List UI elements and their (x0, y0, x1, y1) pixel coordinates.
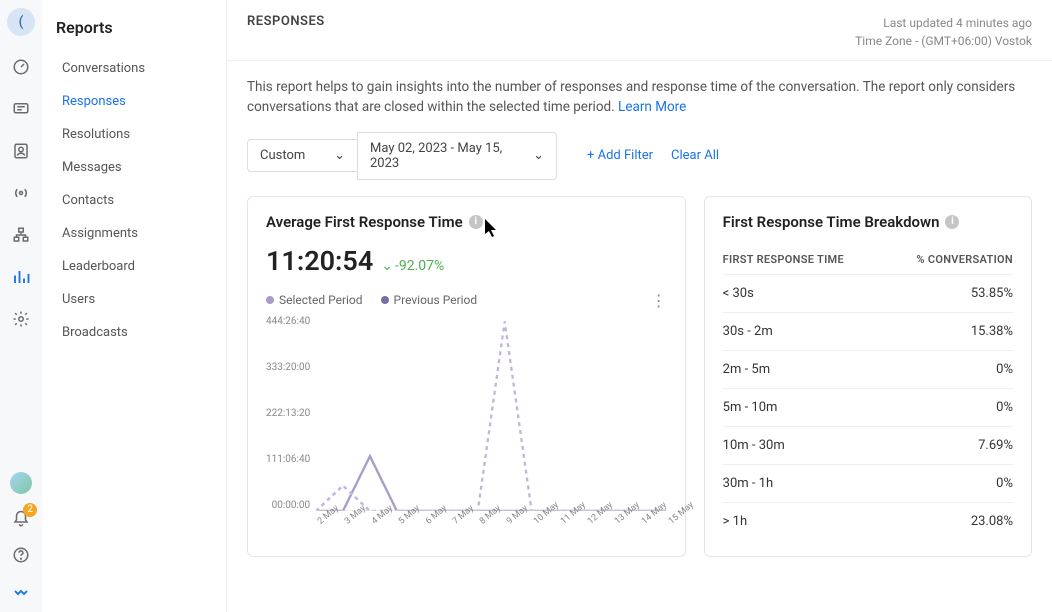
avg-response-card: Average First Response Time i 11:20:54 ⌄… (247, 196, 686, 557)
legend-selected: Selected Period (266, 293, 363, 307)
stat-value: 11:20:54 (266, 245, 373, 277)
card-title: Average First Response Time (266, 213, 463, 231)
sidebar-item-contacts[interactable]: Contacts (56, 185, 212, 216)
sidebar-item-broadcasts[interactable]: Broadcasts (56, 317, 212, 348)
col-header-time: FIRST RESPONSE TIME (723, 253, 844, 266)
sidebar-item-conversations[interactable]: Conversations (56, 53, 212, 84)
response-time-chart: 444:26:40333:20:00222:13:20111:06:4000:0… (266, 316, 667, 536)
last-updated: Last updated 4 minutes ago (855, 14, 1032, 32)
info-icon[interactable]: i (945, 215, 959, 229)
timezone: Time Zone - (GMT+06:00) Vostok (855, 32, 1032, 50)
main-header: RESPONSES Last updated 4 minutes ago Tim… (227, 0, 1052, 61)
breakdown-row: 5m - 10m0% (723, 388, 1013, 426)
contacts-icon[interactable] (10, 140, 32, 162)
card-menu-icon[interactable]: ⋮ (651, 291, 667, 310)
caret-down-icon: ⌄ (381, 258, 393, 274)
stat-delta: ⌄ -92.07% (381, 258, 444, 274)
logo-icon[interactable] (10, 580, 32, 602)
notifications-icon[interactable]: 2 (10, 508, 32, 530)
chat-icon[interactable] (10, 98, 32, 120)
help-icon[interactable] (10, 544, 32, 566)
settings-icon[interactable] (10, 308, 32, 330)
sidebar-item-users[interactable]: Users (56, 284, 212, 315)
info-icon[interactable]: i (469, 215, 483, 229)
dashboard-icon[interactable] (10, 56, 32, 78)
breakdown-row: 30m - 1h0% (723, 464, 1013, 502)
filter-bar: Custom ⌄ May 02, 2023 - May 15, 2023 ⌄ +… (247, 132, 1032, 180)
report-description: This report helps to gain insights into … (247, 77, 1032, 118)
sidebar: Reports ConversationsResponsesResolution… (42, 0, 227, 612)
user-avatar[interactable] (10, 472, 32, 494)
breakdown-row: 10m - 30m7.69% (723, 426, 1013, 464)
sidebar-item-resolutions[interactable]: Resolutions (56, 119, 212, 150)
col-header-pct: % CONVERSATION (916, 253, 1013, 266)
breakdown-card: First Response Time Breakdown i FIRST RE… (704, 196, 1032, 557)
date-range-select[interactable]: May 02, 2023 - May 15, 2023 ⌄ (357, 132, 557, 180)
reports-icon[interactable] (10, 266, 32, 288)
chevron-down-icon: ⌄ (533, 148, 544, 163)
add-filter-button[interactable]: + Add Filter (587, 148, 653, 163)
card-title: First Response Time Breakdown (723, 213, 940, 231)
clear-all-button[interactable]: Clear All (671, 148, 719, 163)
breakdown-row: 2m - 5m0% (723, 350, 1013, 388)
icon-rail: ( 2 (0, 0, 42, 612)
breakdown-row: < 30s53.85% (723, 274, 1013, 312)
chevron-down-icon: ⌄ (334, 148, 345, 163)
workspace-avatar[interactable]: ( (7, 8, 35, 36)
organization-icon[interactable] (10, 224, 32, 246)
breakdown-row: > 1h23.08% (723, 502, 1013, 540)
date-preset-select[interactable]: Custom ⌄ (247, 139, 357, 172)
sidebar-title: Reports (56, 18, 212, 37)
notifications-badge: 2 (23, 503, 37, 517)
broadcast-icon[interactable] (10, 182, 32, 204)
sidebar-item-assignments[interactable]: Assignments (56, 218, 212, 249)
page-title: RESPONSES (247, 14, 325, 29)
sidebar-item-messages[interactable]: Messages (56, 152, 212, 183)
breakdown-row: 30s - 2m15.38% (723, 312, 1013, 350)
sidebar-item-responses[interactable]: Responses (56, 86, 212, 117)
learn-more-link[interactable]: Learn More (618, 99, 686, 115)
sidebar-item-leaderboard[interactable]: Leaderboard (56, 251, 212, 282)
legend-previous: Previous Period (381, 293, 478, 307)
